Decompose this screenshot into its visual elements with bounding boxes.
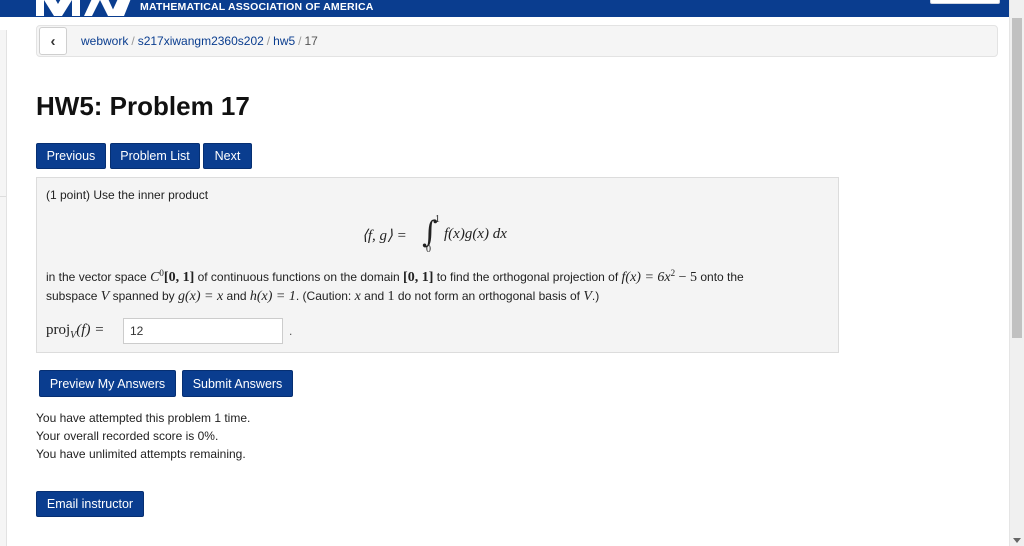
- chevron-left-icon: ‹: [50, 32, 56, 50]
- maa-logo-icon[interactable]: [36, 0, 132, 16]
- statement-text: of continuous functions on the domain: [194, 270, 404, 284]
- header-search-box[interactable]: [930, 0, 1000, 4]
- statement-text: and: [223, 289, 250, 303]
- statement-text: spanned by: [109, 289, 178, 303]
- breadcrumb-current: 17: [304, 34, 318, 48]
- subspace-symbol: V: [583, 289, 592, 304]
- left-panel-divider: [0, 196, 6, 197]
- problem-list-button[interactable]: Problem List: [110, 143, 200, 169]
- breadcrumb-link-course[interactable]: s217xiwangm2360s202: [138, 34, 264, 48]
- vertical-scrollbar[interactable]: [1009, 0, 1024, 546]
- statement-text: .): [591, 289, 600, 303]
- next-button[interactable]: Next: [203, 143, 252, 169]
- back-button[interactable]: ‹: [39, 27, 67, 55]
- breadcrumb-separator: /: [298, 34, 302, 48]
- scroll-down-arrow-icon[interactable]: [1013, 538, 1021, 543]
- breadcrumb-link-set[interactable]: hw5: [273, 34, 295, 48]
- statement-text: onto the: [697, 270, 744, 284]
- problem-intro: (1 point) Use the inner product: [46, 188, 209, 202]
- answer-trailing-dot: .: [289, 324, 293, 338]
- problem-panel: (1 point) Use the inner product ⟨f, g⟩ =…: [36, 177, 839, 353]
- space-symbol: C: [150, 270, 160, 285]
- answer-input[interactable]: [123, 318, 283, 344]
- status-score: Your overall recorded score is 0%.: [36, 429, 219, 443]
- submit-answers-button[interactable]: Submit Answers: [182, 370, 293, 397]
- statement-text: . (Caution:: [295, 289, 355, 303]
- breadcrumb-link-webwork[interactable]: webwork: [81, 34, 128, 48]
- one-symbol: 1: [387, 289, 395, 304]
- projection-label: projV(f) =: [46, 322, 104, 341]
- breadcrumb-separator: /: [266, 34, 271, 48]
- g-definition: g(x) = x: [177, 289, 224, 304]
- previous-button[interactable]: Previous: [36, 143, 106, 169]
- preview-answers-button[interactable]: Preview My Answers: [39, 370, 176, 397]
- interval-symbol: [0, 1]: [163, 270, 195, 285]
- interval-symbol: [0, 1]: [403, 270, 434, 285]
- formula-lhs: ⟨f, g⟩ =: [362, 228, 407, 244]
- statement-text: and: [360, 289, 388, 303]
- statement-text: in the vector space: [46, 270, 151, 284]
- top-header-bar: MATHEMATICAL ASSOCIATION OF AMERICA: [0, 0, 1010, 17]
- status-attempts: You have attempted this problem 1 time.: [36, 411, 251, 425]
- proj-text: proj: [46, 322, 71, 338]
- integral-lower-limit: 0: [426, 244, 431, 255]
- integral-upper-limit: 1: [435, 214, 440, 225]
- inner-product-formula: ⟨f, g⟩ = ∫ 1 0 f(x)g(x) dx: [362, 214, 522, 262]
- statement-text: to find the orthogonal projection of: [433, 270, 622, 284]
- breadcrumb-separator: /: [131, 34, 135, 48]
- f-definition-tail: − 5: [675, 270, 698, 285]
- scrollbar-thumb[interactable]: [1012, 18, 1022, 338]
- attempt-status: You have attempted this problem 1 time. …: [36, 409, 250, 463]
- subspace-symbol: V: [100, 289, 110, 304]
- formula-integrand: f(x)g(x) dx: [444, 226, 507, 242]
- proj-argument: (f) =: [76, 322, 105, 338]
- left-panel-edge: [0, 30, 7, 546]
- page-title: HW5: Problem 17: [36, 91, 250, 121]
- breadcrumb-trail: webwork / s217xiwangm2360s202/hw5/17: [81, 34, 318, 48]
- breadcrumb: ‹ webwork / s217xiwangm2360s202/hw5/17: [36, 25, 998, 57]
- f-definition: f(x) = 6x: [621, 270, 671, 285]
- status-remaining: You have unlimited attempts remaining.: [36, 447, 246, 461]
- brand-text: MATHEMATICAL ASSOCIATION OF AMERICA: [140, 1, 374, 13]
- email-instructor-button[interactable]: Email instructor: [36, 491, 144, 517]
- statement-text: subspace: [46, 289, 101, 303]
- h-definition: h(x) = 1: [249, 289, 296, 304]
- statement-text: do not form an orthogonal basis of: [394, 289, 584, 303]
- problem-statement: in the vector space C0[0, 1] of continuo…: [46, 264, 826, 306]
